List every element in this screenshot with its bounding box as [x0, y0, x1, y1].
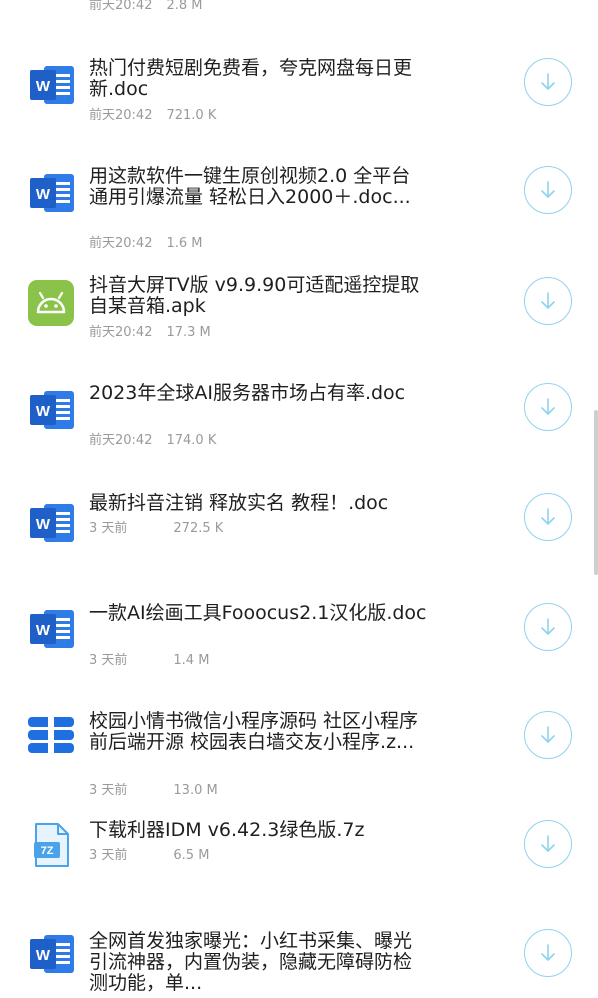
file-title: 热门付费短剧免费看，夸克网盘每日更新.doc — [89, 57, 413, 100]
download-arrow-icon — [541, 944, 555, 961]
list-item[interactable]: W 2023年全球AI服务器市场占有率.doc 前天20:42 174.0 K — [0, 383, 598, 453]
word-doc-icon: W — [30, 66, 74, 104]
list-item[interactable]: 抖音大屏TV版 v9.9.90可适配遥控提取自某音箱.apk 前天20:42 17… — [0, 275, 598, 345]
download-arrow-icon — [541, 398, 555, 415]
svg-text:7Z: 7Z — [41, 845, 54, 857]
file-size: 174.0 K — [166, 433, 217, 448]
svg-text:W: W — [36, 516, 51, 533]
file-title: 下载利器IDM v6.42.3绿色版.7z — [89, 819, 365, 841]
file-time: 前天20:42 — [89, 433, 153, 448]
7z-file-icon: 7Z — [34, 823, 69, 867]
file-title: 最新抖音注销 释放实名 教程！.doc — [89, 492, 389, 514]
word-doc-icon: W — [30, 935, 74, 973]
file-meta: 3 天前 13.0 M — [89, 783, 218, 799]
download-arrow-icon — [541, 835, 555, 852]
list-item[interactable]: W 最新抖音注销 释放实名 教程！.doc 3 天前 272.5 K — [0, 493, 598, 543]
file-title: 全网首发独家曝光：小红书采集、曝光引流神器，内置伪装，隐藏无障碍防检测功能，单.… — [89, 930, 413, 994]
svg-text:W: W — [36, 78, 51, 95]
file-time: 前天20:42 — [89, 108, 153, 123]
word-doc-icon: W — [30, 391, 74, 429]
file-time: 3 天前 — [89, 653, 128, 668]
word-doc-icon: W — [30, 504, 74, 542]
file-size: 2.8 M — [166, 0, 203, 13]
list-item[interactable]: 7Z 下载利器IDM v6.42.3绿色版.7z 3 天前 6.5 M — [0, 820, 598, 870]
file-time: 3 天前 — [89, 848, 128, 863]
file-time: 3 天前 — [89, 521, 128, 536]
list-item[interactable]: W 用这款软件一键生原创视频2.0 全平台通用引爆流量 轻松日入2000＋.do… — [0, 166, 598, 256]
file-meta: 前天20:42 17.3 M — [89, 325, 211, 341]
list-item[interactable]: W 全网首发独家曝光：小红书采集、曝光引流神器，内置伪装，隐藏无障碍防检测功能，… — [0, 929, 598, 998]
list-item[interactable]: W 一款AI绘画工具Fooocus2.1汉化版.doc 3 天前 1.4 M — [0, 603, 598, 673]
download-button[interactable] — [524, 166, 572, 214]
file-meta: 3 天前 6.5 M — [89, 848, 209, 864]
download-arrow-icon — [541, 618, 555, 635]
file-title: 一款AI绘画工具Fooocus2.1汉化版.doc — [89, 602, 427, 624]
file-meta: 前天20:42 2.8 M — [89, 0, 203, 14]
android-apk-icon — [28, 280, 74, 326]
word-doc-icon: W — [30, 610, 74, 648]
file-title: 校园小情书微信小程序源码 社区小程序前后端开源 校园表白墙交友小程序.z... — [89, 710, 419, 753]
file-time: 前天20:42 — [89, 325, 153, 340]
file-size: 1.4 M — [173, 653, 210, 668]
top-list-item-partial[interactable]: 前天20:42 2.8 M — [0, 0, 598, 20]
svg-text:W: W — [36, 186, 51, 203]
download-arrow-icon — [541, 73, 555, 90]
svg-text:W: W — [36, 403, 51, 420]
list-item[interactable]: W 热门付费短剧免费看，夸克网盘每日更新.doc 前天20:42 721.0 K — [0, 58, 598, 128]
download-button[interactable] — [524, 929, 572, 977]
download-arrow-icon — [541, 508, 555, 525]
download-arrow-icon — [541, 181, 555, 198]
file-size: 1.6 M — [166, 236, 203, 251]
download-button[interactable] — [524, 493, 572, 541]
svg-text:W: W — [36, 622, 51, 639]
download-button[interactable] — [524, 383, 572, 431]
archive-icon — [28, 717, 74, 753]
file-size: 721.0 K — [166, 108, 217, 123]
file-time: 前天20:42 — [89, 236, 153, 251]
file-size: 13.0 M — [173, 783, 218, 798]
file-time: 前天20:42 — [89, 0, 153, 13]
file-size: 17.3 M — [166, 325, 211, 340]
file-meta: 前天20:42 1.6 M — [89, 236, 203, 252]
download-button[interactable] — [524, 820, 572, 868]
download-button[interactable] — [524, 58, 572, 106]
file-size: 6.5 M — [173, 848, 210, 863]
file-title: 抖音大屏TV版 v9.9.90可适配遥控提取自某音箱.apk — [89, 274, 420, 317]
download-button[interactable] — [524, 711, 572, 759]
list-item[interactable]: 校园小情书微信小程序源码 社区小程序前后端开源 校园表白墙交友小程序.z... … — [0, 711, 598, 801]
scrollbar[interactable] — [594, 410, 598, 575]
download-arrow-icon — [541, 726, 555, 743]
download-button[interactable] — [524, 277, 572, 325]
svg-text:W: W — [36, 947, 51, 964]
file-time: 3 天前 — [89, 783, 128, 798]
file-title: 2023年全球AI服务器市场占有率.doc — [89, 382, 406, 404]
download-button[interactable] — [524, 603, 572, 651]
file-meta: 前天20:42 721.0 K — [89, 108, 216, 124]
file-meta: 3 天前 1.4 M — [89, 653, 209, 669]
file-meta: 3 天前 272.5 K — [89, 521, 223, 537]
word-doc-icon: W — [30, 174, 74, 212]
file-title: 用这款软件一键生原创视频2.0 全平台通用引爆流量 轻松日入2000＋.doc.… — [89, 165, 411, 208]
file-meta: 前天20:42 174.0 K — [89, 433, 216, 449]
download-arrow-icon — [541, 292, 555, 309]
file-size: 272.5 K — [173, 521, 224, 536]
